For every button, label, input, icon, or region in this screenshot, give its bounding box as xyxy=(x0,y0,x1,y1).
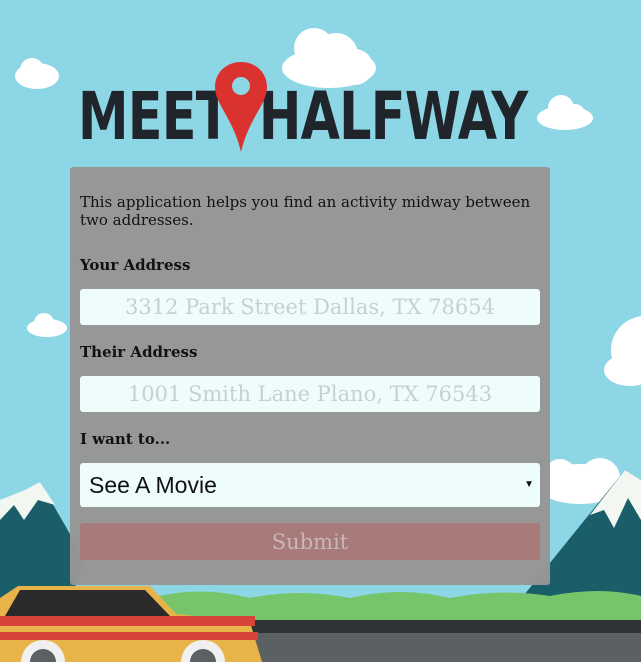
your-address-input[interactable] xyxy=(80,289,540,325)
logo-word-meet: MEET xyxy=(78,78,230,155)
your-address-label: Your Address xyxy=(80,256,191,274)
map-pin-icon xyxy=(215,62,267,152)
cloud-right-top xyxy=(537,95,593,130)
activity-select[interactable]: See A Movie ▼ xyxy=(80,463,540,507)
caret-down-icon: ▼ xyxy=(524,479,534,490)
logo: MEET HALFWAY xyxy=(78,62,542,154)
cloud-right xyxy=(604,316,641,386)
logo-word-halfway: HALFWAY xyxy=(258,78,528,155)
cloud-mid-left xyxy=(27,313,67,337)
logo-text: MEET HALFWAY xyxy=(78,84,528,150)
intro-text: This application helps you find an activ… xyxy=(80,193,531,229)
their-address-input[interactable] xyxy=(80,376,540,412)
submit-button[interactable]: Submit xyxy=(80,523,540,560)
activity-label: I want to... xyxy=(80,430,171,448)
form-panel: This application helps you find an activ… xyxy=(70,167,550,585)
activity-selected-value: See A Movie xyxy=(89,472,217,498)
their-address-label: Their Address xyxy=(80,343,198,361)
cloud-left xyxy=(15,58,59,89)
